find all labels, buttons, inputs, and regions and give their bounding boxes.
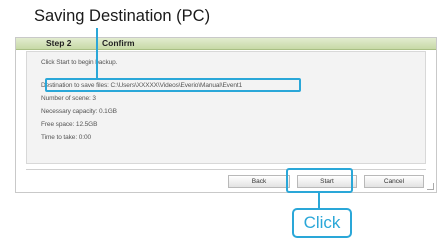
capacity-text: Necessary capacity: 0.1GB [41, 108, 117, 115]
annotation-title: Saving Destination (PC) [34, 7, 211, 25]
free-space-text: Free space: 12.5GB [41, 121, 98, 128]
start-button-highlight [286, 168, 353, 193]
step-label: Step 2 [46, 38, 72, 48]
dialog-header: Step 2 Confirm [16, 38, 436, 50]
back-button[interactable]: Back [228, 175, 290, 188]
confirm-info-panel: Click Start to begin backup. Destination… [26, 51, 426, 164]
click-callout: Click [292, 208, 352, 238]
scene-count-text: Number of scene: 3 [41, 95, 96, 102]
instruction-text: Click Start to begin backup. [41, 59, 118, 66]
resize-grip[interactable] [427, 183, 434, 190]
destination-highlight [45, 78, 301, 92]
backup-dialog: Step 2 Confirm Click Start to begin back… [15, 37, 437, 193]
step-title: Confirm [102, 38, 135, 48]
time-text: Time to take: 0:00 [41, 134, 91, 141]
destination-callout-line [96, 28, 98, 79]
cancel-button[interactable]: Cancel [364, 175, 424, 188]
dialog-footer: Back Start Cancel [26, 169, 426, 191]
click-callout-line [318, 193, 320, 208]
